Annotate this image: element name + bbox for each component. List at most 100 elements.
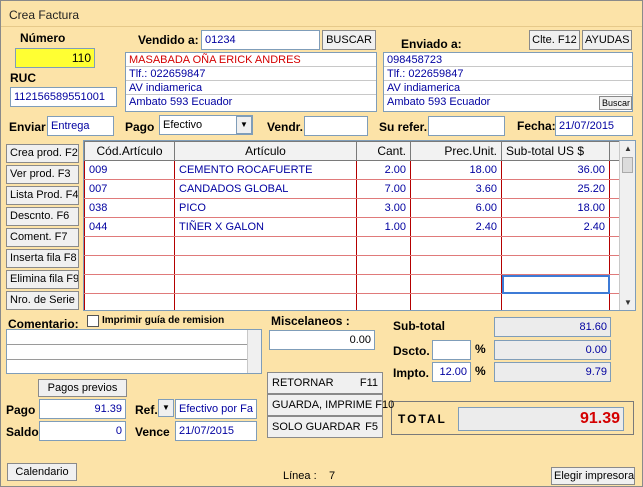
cell-subtotal[interactable] bbox=[501, 255, 610, 275]
cell-articulo[interactable]: CANDADOS GLOBAL bbox=[174, 179, 357, 199]
cell-cant[interactable]: 7.00 bbox=[356, 179, 411, 199]
descnto-button[interactable]: Descnto. F6 bbox=[6, 207, 79, 226]
cell-cant[interactable]: 3.00 bbox=[356, 198, 411, 218]
cell-cant[interactable] bbox=[356, 255, 411, 275]
vendido-line-street: AV indiamerica bbox=[126, 81, 376, 95]
grid-scrollbar[interactable]: ▲ ▼ bbox=[619, 141, 635, 310]
cell-prec-unit[interactable] bbox=[410, 236, 502, 256]
miscelaneos-field[interactable]: 0.00 bbox=[269, 330, 375, 350]
nro-serie-button[interactable]: Nro. de Serie bbox=[6, 291, 79, 310]
cell-articulo[interactable]: TIÑER X GALON bbox=[174, 217, 357, 237]
coment-button[interactable]: Coment. F7 bbox=[6, 228, 79, 247]
guarda-imprime-button[interactable]: GUARDA, IMPRIME F10 bbox=[267, 394, 394, 416]
cell-articulo[interactable] bbox=[174, 255, 357, 275]
cell-codigo[interactable]: 007 bbox=[84, 179, 175, 199]
header-articulo[interactable]: Artículo bbox=[174, 141, 357, 161]
items-grid[interactable]: Cód.Artículo Artículo Cant. Prec.Unit. S… bbox=[83, 140, 636, 311]
header-cant[interactable]: Cant. bbox=[356, 141, 411, 161]
vence-field[interactable]: 21/07/2015 bbox=[175, 421, 257, 441]
cell-cant[interactable] bbox=[356, 274, 411, 294]
cell-prec-unit[interactable] bbox=[410, 274, 502, 294]
solo-guardar-key: F5 bbox=[365, 421, 378, 433]
cell-codigo[interactable] bbox=[84, 236, 175, 256]
su-refer-field[interactable] bbox=[428, 116, 505, 136]
impto-pct-field[interactable]: 12.00 bbox=[432, 362, 471, 382]
crea-prod-button[interactable]: Crea prod. F2 bbox=[6, 144, 79, 163]
cell-codigo[interactable]: 038 bbox=[84, 198, 175, 218]
cell-prec-unit[interactable]: 2.40 bbox=[410, 217, 502, 237]
table-row[interactable] bbox=[84, 255, 622, 275]
header-prec-unit[interactable]: Prec.Unit. bbox=[410, 141, 502, 161]
fecha-field[interactable]: 21/07/2015 bbox=[555, 116, 633, 136]
scrollbar-thumb[interactable] bbox=[622, 157, 633, 173]
cell-cant[interactable]: 1.00 bbox=[356, 217, 411, 237]
cell-subtotal[interactable]: 2.40 bbox=[501, 217, 610, 237]
cell-articulo[interactable] bbox=[174, 236, 357, 256]
imprimir-guia-checkbox[interactable] bbox=[87, 315, 99, 327]
table-row[interactable] bbox=[84, 293, 622, 310]
cell-subtotal[interactable] bbox=[501, 236, 610, 256]
inserta-fila-button[interactable]: Inserta fila F8 bbox=[6, 249, 79, 268]
header-cod-articulo[interactable]: Cód.Artículo bbox=[84, 141, 175, 161]
table-row[interactable]: 044 TIÑER X GALON 1.00 2.40 2.40 bbox=[84, 217, 622, 237]
cell-prec-unit[interactable]: 3.60 bbox=[410, 179, 502, 199]
vendido-code-field[interactable]: 01234 bbox=[201, 30, 320, 50]
dscto-pct-field[interactable] bbox=[432, 340, 471, 360]
ref-chevron-down-icon[interactable]: ▼ bbox=[158, 399, 174, 417]
ref-field[interactable]: Efectivo por Fa bbox=[175, 399, 257, 419]
table-row-active[interactable] bbox=[84, 274, 622, 294]
ver-prod-button[interactable]: Ver prod. F3 bbox=[6, 165, 79, 184]
cell-subtotal[interactable] bbox=[501, 293, 610, 310]
scroll-down-icon[interactable]: ▼ bbox=[624, 298, 632, 307]
cell-articulo[interactable] bbox=[174, 274, 357, 294]
lista-prod-button[interactable]: Lista Prod. F4 bbox=[6, 186, 79, 205]
table-row[interactable]: 009 CEMENTO ROCAFUERTE 2.00 18.00 36.00 bbox=[84, 160, 622, 180]
scroll-up-icon[interactable]: ▲ bbox=[624, 144, 632, 153]
cell-articulo[interactable]: PICO bbox=[174, 198, 357, 218]
cell-articulo[interactable]: CEMENTO ROCAFUERTE bbox=[174, 160, 357, 180]
enviado-address-box[interactable]: 098458723 Tlf.: 022659847 AV indiamerica… bbox=[383, 52, 633, 112]
solo-guardar-button[interactable]: SOLO GUARDAR F5 bbox=[267, 416, 383, 438]
impto-field: 9.79 bbox=[494, 362, 611, 382]
cliente-f12-button[interactable]: Clte. F12 bbox=[529, 30, 580, 50]
cell-prec-unit[interactable] bbox=[410, 293, 502, 310]
elimina-fila-button[interactable]: Elimina fila F9 bbox=[6, 270, 79, 289]
pago-amount-field[interactable]: 91.39 bbox=[39, 399, 126, 419]
cell-articulo[interactable] bbox=[174, 293, 357, 310]
cell-cant[interactable]: 2.00 bbox=[356, 160, 411, 180]
cell-codigo[interactable] bbox=[84, 293, 175, 310]
cell-cant[interactable] bbox=[356, 236, 411, 256]
elegir-impresora-button[interactable]: Elegir impresora bbox=[551, 467, 635, 485]
comentario-textarea[interactable] bbox=[6, 329, 262, 374]
cell-codigo[interactable]: 009 bbox=[84, 160, 175, 180]
cell-prec-unit[interactable]: 18.00 bbox=[410, 160, 502, 180]
vendido-address-box[interactable]: MASABADA OÑA ERICK ANDRES Tlf.: 02265984… bbox=[125, 52, 377, 112]
vendido-buscar-button[interactable]: BUSCAR bbox=[322, 30, 376, 50]
comentario-scrollbar[interactable] bbox=[247, 330, 261, 373]
pagos-previos-button[interactable]: Pagos previos bbox=[38, 379, 127, 397]
cell-subtotal[interactable]: 25.20 bbox=[501, 179, 610, 199]
cell-codigo[interactable] bbox=[84, 274, 175, 294]
cell-subtotal[interactable]: 36.00 bbox=[501, 160, 610, 180]
cell-prec-unit[interactable] bbox=[410, 255, 502, 275]
cell-codigo[interactable]: 044 bbox=[84, 217, 175, 237]
enviar-field[interactable]: Entrega bbox=[47, 116, 114, 136]
ruc-field[interactable]: 112156589551001 bbox=[10, 87, 117, 107]
cell-subtotal[interactable]: 18.00 bbox=[501, 198, 610, 218]
pago-chevron-down-icon[interactable]: ▼ bbox=[236, 116, 252, 134]
ayudas-button[interactable]: AYUDAS bbox=[582, 30, 632, 50]
cell-codigo[interactable] bbox=[84, 255, 175, 275]
enviado-buscar-button[interactable]: Buscar bbox=[599, 96, 632, 110]
table-row[interactable]: 038 PICO 3.00 6.00 18.00 bbox=[84, 198, 622, 218]
header-subtotal[interactable]: Sub-total US $ bbox=[501, 141, 610, 161]
comentario-line bbox=[7, 345, 261, 360]
retornar-button[interactable]: RETORNAR F11 bbox=[267, 372, 383, 394]
cell-prec-unit[interactable]: 6.00 bbox=[410, 198, 502, 218]
table-row[interactable]: 007 CANDADOS GLOBAL 7.00 3.60 25.20 bbox=[84, 179, 622, 199]
cell-cant[interactable] bbox=[356, 293, 411, 310]
table-row[interactable] bbox=[84, 236, 622, 256]
calendario-button[interactable]: Calendario bbox=[7, 463, 77, 481]
vendedor-field[interactable] bbox=[304, 116, 368, 136]
cell-subtotal-active[interactable] bbox=[501, 274, 610, 294]
numero-field[interactable]: 110 bbox=[15, 48, 95, 68]
